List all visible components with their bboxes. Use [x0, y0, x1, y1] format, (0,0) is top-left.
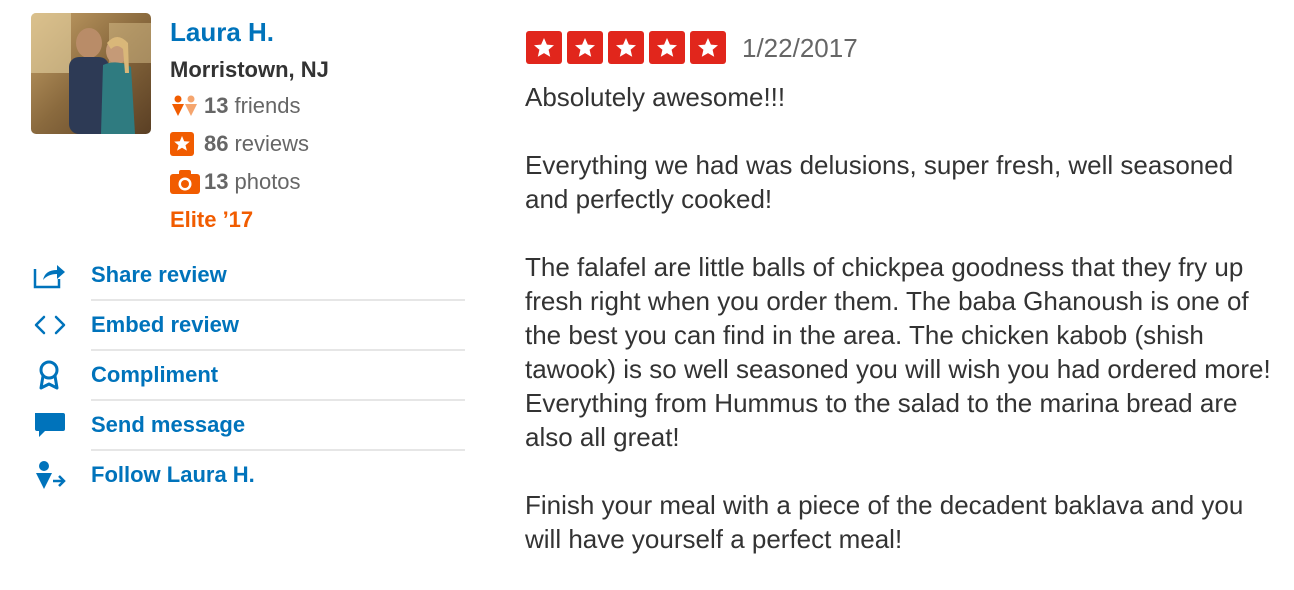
- photos-count: 13: [204, 169, 229, 194]
- camera-icon: [170, 167, 204, 197]
- reviews-label: reviews: [234, 131, 310, 156]
- embed-icon: [30, 308, 91, 342]
- compliment-label: Compliment: [91, 362, 219, 387]
- review-paragraph: Absolutely awesome!!!: [525, 82, 786, 112]
- review-date: 1/22/2017: [742, 33, 858, 63]
- friends-count: 13: [204, 93, 229, 118]
- review-paragraph: Everything we had was delusions, super f…: [525, 150, 1234, 214]
- reviews-stat: 86 reviews: [170, 129, 309, 159]
- friends-icon: [170, 91, 204, 121]
- reviews-count: 86: [204, 131, 229, 156]
- review-body: Absolutely awesome!!! Everything we had …: [525, 80, 1280, 590]
- review-paragraph: Finish your meal with a piece of the dec…: [525, 490, 1244, 554]
- photos-label: photos: [234, 169, 301, 194]
- star-rating: [526, 31, 731, 64]
- photos-stat: 13 photos: [170, 167, 301, 197]
- embed-review-link[interactable]: Embed review: [30, 300, 465, 350]
- share-icon: [30, 258, 91, 292]
- friends-stat: 13 friends: [170, 91, 301, 121]
- star-icon: [690, 31, 726, 64]
- send-message-link[interactable]: Send message: [30, 400, 465, 450]
- ribbon-icon: [30, 358, 91, 392]
- follow-user-icon: [30, 458, 91, 492]
- star-icon: [608, 31, 644, 64]
- user-location: Morristown, NJ: [170, 57, 329, 82]
- compliment-link[interactable]: Compliment: [30, 350, 465, 400]
- review-paragraph: The falafel are little balls of chickpea…: [525, 252, 1271, 452]
- speech-bubble-icon: [30, 408, 91, 442]
- review-star-icon: [170, 129, 204, 159]
- friends-label: friends: [234, 93, 301, 118]
- send-message-label: Send message: [91, 412, 246, 437]
- embed-review-label: Embed review: [91, 312, 239, 337]
- share-review-link[interactable]: Share review: [30, 250, 465, 300]
- star-icon: [649, 31, 685, 64]
- user-name[interactable]: Laura H.: [170, 17, 274, 47]
- star-icon: [567, 31, 603, 64]
- elite-badge[interactable]: Elite ’17: [170, 206, 253, 234]
- star-icon: [526, 31, 562, 64]
- share-review-label: Share review: [91, 262, 227, 287]
- avatar-photo: [31, 13, 151, 134]
- follow-user-label: Follow Laura H.: [91, 462, 255, 487]
- follow-user-link[interactable]: Follow Laura H.: [30, 450, 465, 500]
- user-avatar[interactable]: [31, 13, 151, 134]
